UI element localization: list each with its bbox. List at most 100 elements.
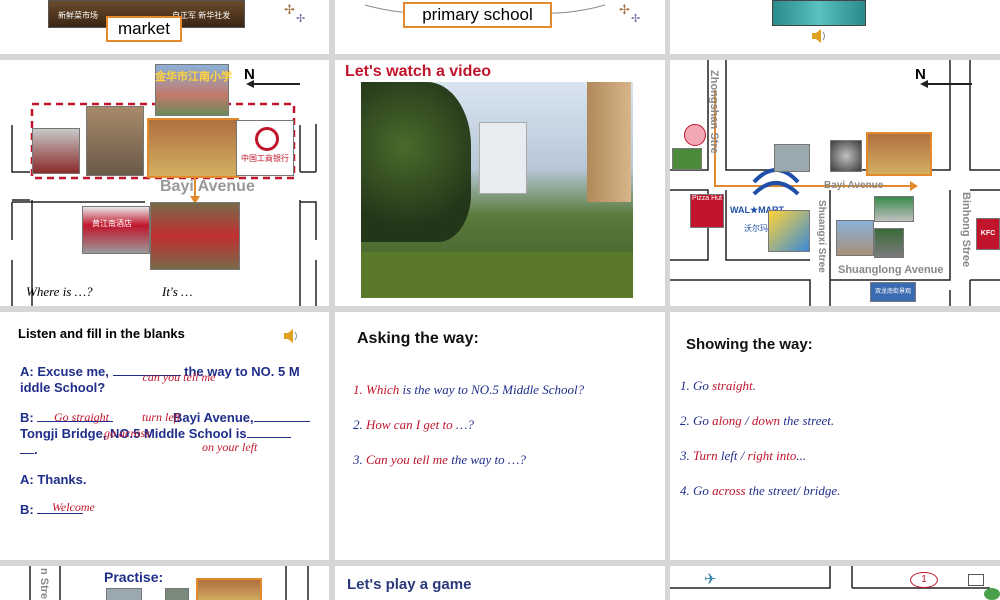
b-answer-4: on your left [202,440,258,454]
a1-prefix: A: Excuse me, [20,364,113,379]
slide-primary-school[interactable]: primary school ✢ ✢ [335,0,665,54]
b2-prefix: B: [20,502,38,517]
step-badge[interactable]: 1 [910,572,938,588]
b2-answer: Welcome [52,500,95,514]
speaker-icon[interactable] [810,28,828,44]
slide-practise[interactable]: n Stre Practise: [0,566,329,600]
slide-market[interactable]: 新鲜菜市场 自正军 新华社发 market ✢ ✢ [0,0,329,54]
showing-text: left / [717,448,748,463]
sparkle-icon: ✢ [631,13,641,25]
showing-key: across [712,483,746,498]
showing-key: into [772,448,797,463]
school-label: primary school [403,2,552,28]
pig-icon [684,124,706,146]
showing-key: Turn [693,448,718,463]
showing-text: . [752,378,756,393]
a1-answer: can you tell me [142,370,216,384]
showing-text: 1. Go [680,378,713,393]
asking-item-2: 2. How can I get to …? [353,417,474,433]
slide-game[interactable]: Let's play a game [335,566,665,600]
slide-game-map[interactable]: ✈ 1 [670,566,1000,600]
kfc-text: KFC [980,230,996,237]
practise-title: Practise: [104,569,164,585]
b-mid: Bayi Avenue, [169,410,254,425]
step-badge-number: 1 [921,574,927,585]
practise-photo-2 [165,588,189,600]
building-photo [774,144,810,172]
bank-icon [255,127,279,151]
showing-key: straight [712,378,753,393]
school-sign: 金华市江南小学 [155,71,232,83]
airplane-icon: ✈ [704,571,717,588]
answer-text: It's … [162,284,193,299]
bank-sign: 中国工商银行 [241,154,289,163]
target-building-photo [147,118,239,178]
asking-rest: the way to …? [447,452,526,467]
street-label-zhongshan: Zhongshan Stre [708,70,720,154]
north-label: N [244,66,255,83]
showing-text: 2. Go [680,413,713,428]
tree-photo [672,148,702,170]
hotel-sign: 黄江南酒店 [92,219,132,228]
sparkle-icon: ✢ [619,2,630,17]
market-label-text: market [118,19,170,38]
showing-text: the street. [780,413,835,428]
pizza-hut-logo: Pizza Hut [690,194,724,228]
asking-key: How can I get to [366,417,453,432]
street-label-fragment: n Stre [38,568,50,600]
asking-num: 1. [353,382,363,397]
slide-map-bayi[interactable]: N 金华市江南小学 中国工商银行 Bayi Avenue 黄江南酒店 Where… [0,60,329,306]
video-title: Let's watch a video [345,63,492,80]
frog-icon [984,588,1000,600]
showing-item-4: 4. Go across the street/ bridge. [680,483,840,499]
sparkle-icon: ✢ [296,13,306,25]
showing-text: the street/ bridge. [745,483,841,498]
listen-title: Listen and fill in the blanks [18,326,185,341]
b-answer-1: Go straight [54,410,110,424]
video-player[interactable] [361,82,633,298]
showing-text: ... [796,448,807,463]
asking-num: 3. [353,452,363,467]
hotel-sign-photo [82,206,150,254]
b-end: . [34,442,38,457]
slide-asking[interactable]: Asking the way: 1. Which is the way to N… [335,312,665,560]
game-map-lines [670,566,990,589]
showing-key: right [747,448,773,463]
showing-text: 3. [680,448,693,463]
speaker-icon[interactable] [282,328,300,344]
next-arrow-icon[interactable] [968,574,984,586]
asking-num: 2. [353,417,363,432]
slide-listen[interactable]: Listen and fill in the blanks A: Excuse … [0,312,329,560]
asking-key: Which [366,382,400,397]
slide-video[interactable]: Let's watch a video [335,60,665,306]
showing-key: down [751,413,781,428]
street-label-bayi: Bayi Avenue [160,178,255,195]
bottom-sign-text: 双龙南街景观 [874,289,911,295]
hotel-photo [86,106,144,176]
slide-swimming-pool[interactable] [670,0,1000,54]
tower-building [587,82,631,202]
line-a1: A: Excuse me, can you tell me the way to… [20,364,315,396]
shop-photo [32,128,80,174]
asking-rest: …? [452,417,474,432]
slide-showing[interactable]: Showing the way: 1. Go straight. 2. Go a… [670,312,1000,560]
market-sign-left: 新鲜菜市场 [58,11,98,20]
tower-photo [836,220,874,256]
bank-logo: 中国工商银行 [236,120,294,176]
showing-text: / [741,413,752,428]
bottom-sign-photo: 双龙南街景观 [870,282,916,302]
sparkle-icon: ✢ [284,2,295,17]
cartoon-photo [768,210,810,252]
grass-lawn [361,252,633,298]
slide-map-city[interactable]: N Zhongshan Stre Bayi Avenue Pizza Hut W… [670,60,1000,306]
practise-photo [106,588,142,600]
street-label-bayi: Bayi Avenue [824,180,884,191]
stadium-photo [830,140,862,172]
showing-text: 4. Go [680,483,713,498]
question-text: Where is …? [26,284,93,299]
shop-photo [874,196,914,222]
showing-item-2: 2. Go along / down the street. [680,413,834,429]
street-label-shuangxi: Shuangxi Stree [816,200,827,273]
game-title: Let's play a game [347,576,472,593]
showing-key: along [712,413,742,428]
